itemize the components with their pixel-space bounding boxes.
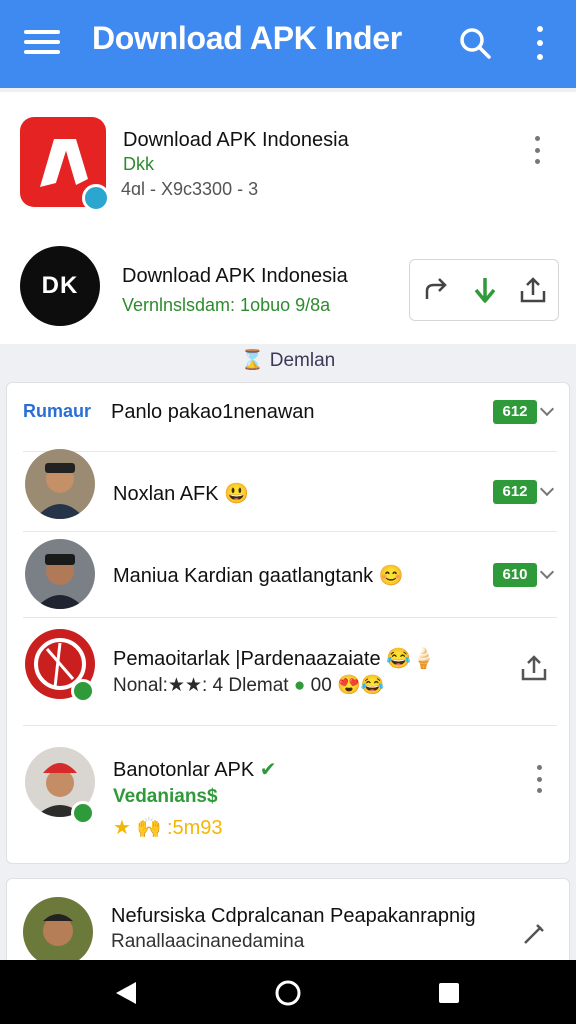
app-title: Download APK Inder <box>92 20 402 56</box>
score-badge: 610 <box>493 563 537 587</box>
app-subtitle: Dkk <box>123 154 154 174</box>
item-title: Pemaoitarlak |Pardenaazaiate 😂🍦 <box>113 648 436 670</box>
item-subtitle: Vedanians$ <box>113 786 218 807</box>
score-badge: 612 <box>493 400 537 424</box>
item-title: Noxlan AFK 😃 <box>113 483 250 505</box>
back-triangle-icon[interactable] <box>114 980 138 1006</box>
more-vert-icon[interactable] <box>534 765 544 793</box>
divider <box>23 451 557 452</box>
edit-icon[interactable] <box>519 919 549 949</box>
app-subtitle: Vernlnslsdam: 1obuo 9/8a <box>122 295 331 315</box>
action-buttons <box>409 259 559 321</box>
more-vert-icon[interactable] <box>530 26 550 60</box>
section-header: ⌛ Demlan <box>0 348 576 378</box>
people-icon: ⌛ <box>240 350 265 371</box>
item-title: Nefursiska Cdpralcanan Peapakanrapnig <box>111 905 476 927</box>
section-label: Demlan <box>269 350 336 371</box>
item-title: Maniua Kardian gaatlangtank 😊 <box>113 565 404 587</box>
download-arrow-icon[interactable] <box>470 275 500 305</box>
item-subtitle: Ranallaacinanedamina <box>111 931 305 952</box>
item-rating: ★ 🙌 :5m93 <box>113 817 223 839</box>
list-item[interactable]: Nefursiska Cdpralcanan Peapakanrapnig Ra… <box>6 878 570 968</box>
list-card: Rumaur Panlo pakao1nenawan 612 Noxlan AF… <box>6 382 570 864</box>
chevron-down-icon[interactable] <box>539 564 555 580</box>
list-header-label: Rumaur <box>23 401 92 421</box>
avatar <box>25 449 95 519</box>
divider <box>23 617 557 618</box>
verified-badge-icon <box>82 184 110 212</box>
upload-icon[interactable] <box>519 653 549 683</box>
verified-badge-icon <box>71 801 95 825</box>
home-circle-icon[interactable] <box>274 979 302 1007</box>
recents-square-icon[interactable] <box>437 981 461 1005</box>
chevron-down-icon[interactable] <box>539 481 555 497</box>
app-meta: 4ɑl - X9c3300 - 3 <box>121 179 259 199</box>
divider <box>23 531 557 532</box>
upload-icon[interactable] <box>518 275 548 305</box>
hamburger-menu-icon[interactable] <box>24 30 60 54</box>
featured-apps-card: Download APK Indonesia Dkk 4ɑl - X9c3300… <box>0 92 576 344</box>
score-badge: 612 <box>493 480 537 504</box>
divider <box>23 725 557 726</box>
dk-logo-icon: DK <box>20 246 100 326</box>
app-title: Download APK Indonesia <box>122 265 348 287</box>
avatar <box>25 539 95 609</box>
app-title: Download APK Indonesia <box>123 129 349 151</box>
system-nav-bar <box>0 960 576 1024</box>
item-subtitle: Nonal:★★: 4 Dlemat ● 00 😍😂 <box>113 675 385 696</box>
item-title: Banotonlar APK ✔ <box>113 759 277 781</box>
search-icon[interactable] <box>458 26 492 60</box>
chevron-down-icon[interactable] <box>539 401 555 417</box>
verified-badge-icon <box>71 679 95 703</box>
share-arrow-icon[interactable] <box>422 275 452 305</box>
more-vert-icon[interactable] <box>532 136 542 164</box>
list-header-title: Panlo pakao1nenawan <box>111 401 315 423</box>
app-bar: Download APK Inder <box>0 0 576 88</box>
avatar <box>23 897 93 967</box>
